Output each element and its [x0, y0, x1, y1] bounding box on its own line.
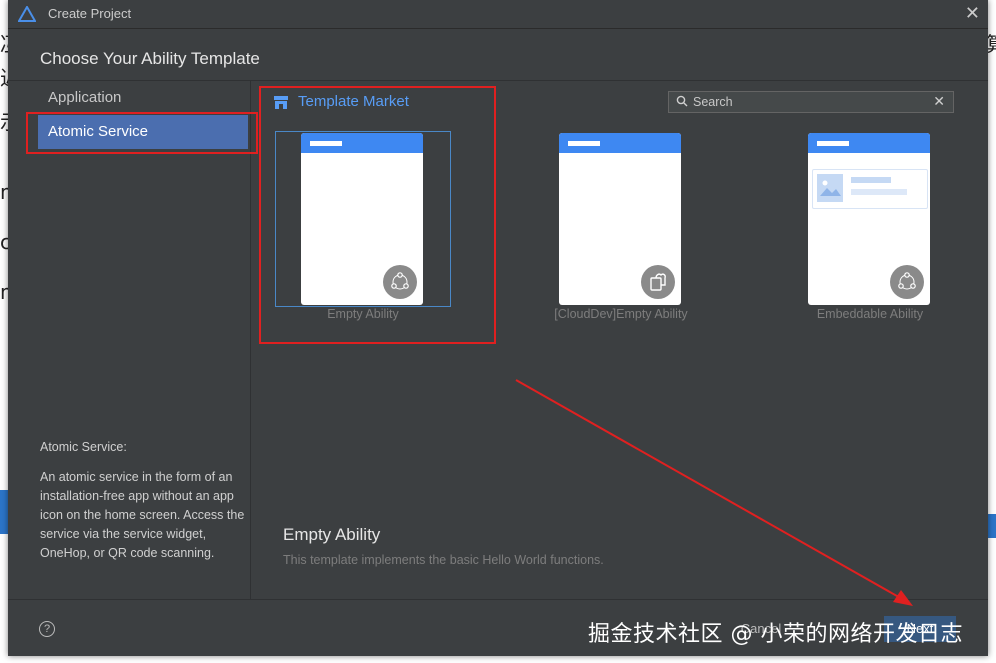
template-panel: Template Market Search ✕ Empty Ability […: [251, 81, 988, 599]
selected-template-title: Empty Ability: [283, 525, 381, 544]
selected-template-description: This template implements the basic Hello…: [283, 553, 604, 567]
template-name: Empty Ability: [327, 307, 399, 321]
template-name: [CloudDev]Empty Ability: [554, 307, 688, 321]
template-card-empty-ability[interactable]: Empty Ability: [275, 131, 451, 327]
share-nodes-icon: [890, 265, 924, 299]
template-card-clouddev-empty-ability[interactable]: [CloudDev]Empty Ability: [533, 131, 709, 327]
embedded-widget-preview: [812, 169, 928, 209]
search-placeholder: Search: [693, 95, 733, 109]
search-icon: [676, 95, 688, 107]
page-title: Choose Your Ability Template: [40, 49, 260, 68]
description-title: Atomic Service:: [40, 440, 127, 454]
placeholder-line: [851, 177, 891, 183]
close-icon[interactable]: ✕: [965, 3, 980, 24]
share-nodes-icon: [383, 265, 417, 299]
category-sidebar: Application Atomic Service Atomic Servic…: [8, 81, 251, 599]
preview-header: [559, 133, 681, 153]
sidebar-item-atomic-service[interactable]: Atomic Service: [38, 115, 248, 149]
template-market-label: Template Market: [298, 93, 409, 110]
background-highlight: [988, 514, 996, 538]
description-text: An atomic service in the form of an inst…: [40, 470, 245, 560]
store-icon: [274, 96, 288, 109]
title-bar: Create Project ✕: [8, 0, 988, 29]
template-preview: [301, 133, 423, 305]
watermark: 掘金技术社区 @ 小荣的网络开发日志: [588, 622, 963, 647]
search-input[interactable]: Search ✕: [668, 91, 954, 113]
window-title: Create Project: [48, 6, 132, 21]
clear-search-icon[interactable]: ✕: [933, 93, 945, 110]
template-name: Embeddable Ability: [816, 307, 924, 321]
deveco-logo-icon: [18, 6, 36, 22]
template-market-link[interactable]: Template Market: [274, 93, 409, 110]
preview-header: [808, 133, 930, 153]
sidebar-item-application[interactable]: Application: [38, 81, 248, 115]
background-highlight: [0, 490, 8, 534]
placeholder-line: [851, 189, 907, 195]
template-card-embeddable-ability[interactable]: Embeddable Ability: [782, 131, 958, 327]
image-icon: [817, 174, 843, 202]
help-icon[interactable]: ?: [39, 621, 55, 637]
preview-header: [301, 133, 423, 153]
template-preview: [559, 133, 681, 305]
create-project-dialog: Create Project ✕ Choose Your Ability Tem…: [8, 0, 988, 656]
template-preview: [808, 133, 930, 305]
cloud-doc-icon: [641, 265, 675, 299]
